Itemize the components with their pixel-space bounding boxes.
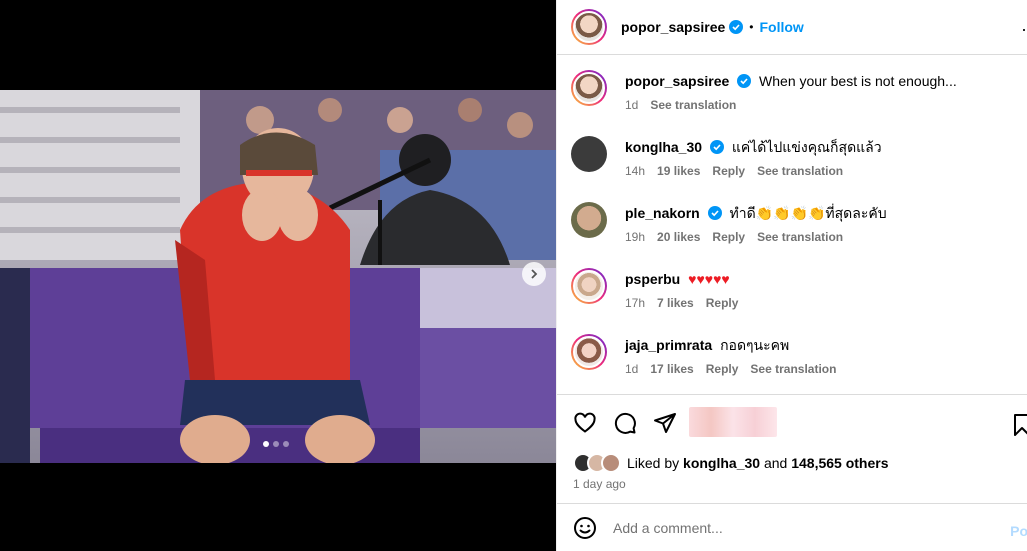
- commenter-avatar[interactable]: [571, 334, 607, 370]
- comment-username[interactable]: ple_nakorn: [625, 205, 700, 221]
- comment-time[interactable]: 19h: [625, 230, 645, 244]
- comment-row: ple_nakorn ทำดี👏👏👏👏ที่สุดละคับ 19h 20 li…: [571, 202, 1021, 244]
- reply-button[interactable]: Reply: [712, 164, 745, 178]
- reply-button[interactable]: Reply: [712, 230, 745, 244]
- share-icon[interactable]: [653, 411, 677, 435]
- caption-meta: 1d See translation: [625, 98, 957, 112]
- caption-username[interactable]: popor_sapsiree: [625, 73, 729, 89]
- comment-likes[interactable]: 17 likes: [650, 362, 693, 376]
- heart-icon[interactable]: [573, 411, 597, 435]
- liker-avatar: [601, 453, 621, 473]
- chevron-right-icon: [531, 269, 538, 279]
- post-header: popor_sapsiree • Follow ·: [557, 0, 1027, 55]
- add-comment-bar: Po: [557, 503, 1027, 551]
- comment-body: กอดๆนะคพ: [720, 337, 790, 353]
- verified-icon: [737, 74, 752, 88]
- carousel-dot[interactable]: [273, 441, 279, 447]
- caption-body: When your best is not enough...: [759, 73, 957, 89]
- comment-username[interactable]: konglha_30: [625, 139, 702, 155]
- comment-meta: 19h 20 likes Reply See translation: [625, 230, 887, 244]
- comment-row: jaja_primrata กอดๆนะคพ 1d 17 likes Reply…: [571, 334, 1021, 376]
- comment-username[interactable]: jaja_primrata: [625, 337, 712, 353]
- comment-likes[interactable]: 7 likes: [657, 296, 694, 310]
- comment-username[interactable]: psperbu: [625, 271, 680, 287]
- carousel-dot[interactable]: [283, 441, 289, 447]
- comment-row: konglha_30 แค่ได้ไปแข่งคุณก็สุดแล้ว 14h …: [571, 136, 1021, 178]
- post-photo: [0, 90, 556, 463]
- author-avatar[interactable]: [571, 9, 607, 45]
- comment-text: konglha_30 แค่ได้ไปแข่งคุณก็สุดแล้ว: [625, 136, 882, 156]
- reply-button[interactable]: Reply: [706, 296, 739, 310]
- caption-avatar[interactable]: [571, 70, 607, 106]
- comment-time[interactable]: 1d: [625, 362, 638, 376]
- see-translation-button[interactable]: See translation: [757, 230, 843, 244]
- see-translation-button[interactable]: See translation: [750, 362, 836, 376]
- carousel-dots: [263, 441, 289, 447]
- reply-button[interactable]: Reply: [706, 362, 739, 376]
- comment-text: ple_nakorn ทำดี👏👏👏👏ที่สุดละคับ: [625, 202, 887, 222]
- comment-meta: 14h 19 likes Reply See translation: [625, 164, 882, 178]
- next-slide-button[interactable]: [522, 262, 546, 286]
- liked-by: Liked by konglha_30 and 148,565 others: [573, 453, 889, 473]
- liked-by-others[interactable]: 148,565 others: [791, 455, 888, 471]
- follow-button[interactable]: Follow: [759, 19, 803, 35]
- post-actions: Liked by konglha_30 and 148,565 others 1…: [557, 394, 1027, 502]
- comment-row: psperbu ♥♥♥♥♥ 17h 7 likes Reply: [571, 268, 1021, 310]
- liked-by-prefix: Liked by: [627, 455, 680, 471]
- comment-text: psperbu ♥♥♥♥♥: [625, 268, 738, 288]
- commenter-avatar[interactable]: [571, 268, 607, 304]
- separator-dot: •: [749, 20, 754, 34]
- verified-icon: [707, 206, 722, 220]
- comment-meta: 17h 7 likes Reply: [625, 296, 738, 310]
- liked-by-conj: and: [763, 455, 788, 471]
- liker-avatars[interactable]: [573, 453, 621, 473]
- post-media: [0, 0, 556, 551]
- comment-time[interactable]: 17h: [625, 296, 645, 310]
- add-comment-input[interactable]: [613, 519, 993, 536]
- blurred-region: [689, 407, 777, 437]
- comments-list[interactable]: popor_sapsiree When your best is not eno…: [557, 56, 1027, 394]
- caption-row: popor_sapsiree When your best is not eno…: [571, 70, 1021, 112]
- commenter-avatar[interactable]: [571, 136, 607, 172]
- comment-likes[interactable]: 19 likes: [657, 164, 700, 178]
- comment-body: แค่ได้ไปแข่งคุณก็สุดแล้ว: [731, 139, 882, 155]
- author-username[interactable]: popor_sapsiree: [621, 19, 725, 35]
- emoji-icon[interactable]: [573, 516, 597, 540]
- comment-body: ทำดี👏👏👏👏ที่สุดละคับ: [729, 205, 887, 221]
- caption-time[interactable]: 1d: [625, 98, 638, 112]
- bookmark-icon[interactable]: [1010, 413, 1027, 437]
- see-translation-button[interactable]: See translation: [650, 98, 736, 112]
- comment-time[interactable]: 14h: [625, 164, 645, 178]
- post-time[interactable]: 1 day ago: [573, 477, 626, 491]
- see-translation-button[interactable]: See translation: [757, 164, 843, 178]
- liked-by-user[interactable]: konglha_30: [683, 455, 760, 471]
- comment-text: jaja_primrata กอดๆนะคพ: [625, 334, 836, 354]
- commenter-avatar[interactable]: [571, 202, 607, 238]
- verified-icon: [709, 140, 724, 154]
- post-panel: popor_sapsiree • Follow · popor_sapsiree…: [556, 0, 1027, 551]
- comment-meta: 1d 17 likes Reply See translation: [625, 362, 836, 376]
- comment-likes[interactable]: 20 likes: [657, 230, 700, 244]
- caption-text: popor_sapsiree When your best is not eno…: [625, 70, 957, 90]
- more-options-icon[interactable]: ·: [1021, 19, 1027, 40]
- comment-body-hearts: ♥♥♥♥♥: [688, 271, 730, 287]
- comment-icon[interactable]: [613, 411, 637, 435]
- verified-icon: [729, 20, 744, 34]
- badminton-player-photo: [0, 90, 556, 463]
- post-comment-button[interactable]: Po: [1010, 523, 1027, 539]
- carousel-dot[interactable]: [263, 441, 269, 447]
